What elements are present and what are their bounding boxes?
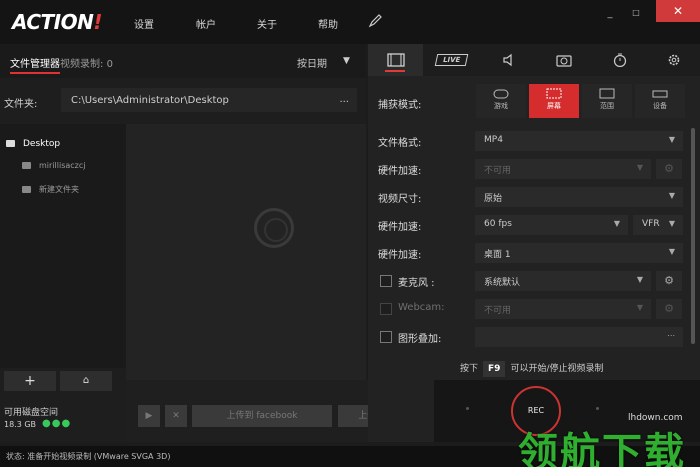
webcam-settings-button[interactable]: ⚙ [656,299,682,319]
format-select[interactable]: MP4 ▼ [475,131,683,151]
disk-space-value: 18.3 GB [4,420,37,429]
microphone-checkbox[interactable] [380,275,392,287]
format-label: 文件格式: [378,138,422,149]
tree-item-subfolder[interactable]: mirillisaczcj [22,161,85,170]
tab-timer[interactable] [592,44,647,76]
framerate-label: 硬件加速: [378,222,422,233]
folder-icon [22,186,31,193]
pen-icon[interactable] [368,12,384,28]
overlay-checkbox[interactable] [380,331,392,343]
microphone-label: 麦克风 : [398,278,435,289]
tab-video-recordings[interactable]: 视频录制: 0 [60,55,113,70]
left-tab-bar: 文件管理器 视频录制: 0 按日期 ▼ [0,44,366,78]
mode-area[interactable]: 范围 [582,84,632,118]
screen-icon [546,88,562,99]
gear-icon [668,54,680,66]
settings-scrollbar[interactable] [691,128,695,344]
disk-space-label: 可用磁盘空间 [4,408,59,418]
display-select[interactable]: 桌面 1 ▼ [475,243,683,263]
tree-item-subfolder[interactable]: 新建文件夹 [22,184,79,195]
tab-settings[interactable] [648,44,700,76]
maximize-button[interactable]: □ [626,8,646,22]
tab-file-manager[interactable]: 文件管理器 [10,55,60,74]
tab-audio[interactable] [480,44,535,76]
vfr-select[interactable]: VFR ▼ [633,215,683,235]
app-logo: ACTION! [12,10,102,34]
upload-facebook-button[interactable]: 上传到 facebook [192,405,332,427]
play-button[interactable]: ▶ [138,405,160,427]
tab-screenshot[interactable] [536,44,591,76]
chevron-down-icon: ▼ [636,303,643,312]
folder-icon [6,140,15,147]
mode-device[interactable]: 设备 [635,84,685,118]
device-icon [652,90,668,98]
overlay-browse-button[interactable]: ... [667,329,675,338]
sort-dropdown[interactable]: 按日期 [297,55,327,70]
mode-game[interactable]: 游戏 [476,84,526,118]
menu-account[interactable]: 帐户 [196,16,216,31]
tree-item-desktop[interactable]: Desktop [6,139,60,149]
status-label: 状态: [6,452,25,461]
folder-row: 文件夹: C:\Users\Administrator\Desktop ... [0,84,366,116]
gamepad-icon [493,89,509,99]
menu-about[interactable]: 关于 [257,16,277,31]
disk-status-indicator: ●●● [42,418,72,429]
title-bar [0,0,700,44]
mode-screen[interactable]: 屏幕 [529,84,579,118]
webcam-label: Webcam: [398,302,445,313]
camera-icon [555,55,572,67]
speaker-icon [502,53,512,67]
webcam-select[interactable]: 不可用 ▼ [475,299,651,319]
region-icon [599,88,615,99]
tab-live[interactable]: LIVE [424,44,479,76]
menu-settings[interactable]: 设置 [134,16,154,31]
microphone-settings-button[interactable]: ⚙ [656,271,682,291]
film-icon [386,53,405,67]
chevron-down-icon: ▼ [613,219,620,228]
video-size-label: 视频尺寸: [378,194,422,205]
add-folder-button[interactable]: ⌂ [60,371,112,391]
display-label: 硬件加速: [378,250,422,261]
hotkey-key: F9 [483,361,506,377]
close-button[interactable]: ✕ [656,0,700,22]
preview-area [126,124,366,420]
chevron-down-icon: ▼ [668,191,675,200]
site-watermark: 领航下载 [518,429,686,467]
dot-indicator [596,407,599,410]
chevron-down-icon[interactable]: ▼ [343,56,350,66]
action-watermark-icon [254,208,294,248]
overlay-label: 图形叠加: [398,334,442,345]
folder-icon [22,162,31,169]
hwaccel-label: 硬件加速: [378,166,422,177]
microphone-select[interactable]: 系统默认 ▼ [475,271,651,291]
chevron-down-icon: ▼ [636,275,643,284]
video-size-select[interactable]: 原始 ▼ [475,187,683,207]
browse-folder-button[interactable]: ... [339,94,349,105]
chevron-down-icon: ▼ [668,135,675,144]
live-icon: LIVE [434,54,469,66]
hwaccel-select[interactable]: 不可用 ▼ [475,159,651,179]
status-text: 准备开始视频录制 (VMware SVGA 3D) [27,452,171,461]
dot-indicator [466,407,469,410]
folder-label: 文件夹: [4,99,38,110]
folder-path-field[interactable]: C:\Users\Administrator\Desktop ... [61,88,357,112]
menu-help[interactable]: 帮助 [318,16,338,31]
chevron-down-icon: ▼ [668,219,675,228]
tab-video[interactable] [368,44,423,76]
hwaccel-settings-button[interactable]: ⚙ [656,159,682,179]
chevron-down-icon: ▼ [668,247,675,256]
hotkey-hint: 按下 F9 可以开始/停止视频录制 [460,361,603,377]
minimize-button[interactable]: _ [600,8,620,22]
delete-button[interactable]: ✕ [165,405,187,427]
chevron-down-icon: ▼ [636,163,643,172]
stopwatch-icon [613,53,626,67]
capture-mode-label: 捕获模式: [378,100,422,111]
framerate-select[interactable]: 60 fps ▼ [475,215,628,235]
add-button[interactable]: + [4,371,56,391]
overlay-field[interactable]: ... [475,327,683,347]
webcam-checkbox[interactable] [380,303,392,315]
